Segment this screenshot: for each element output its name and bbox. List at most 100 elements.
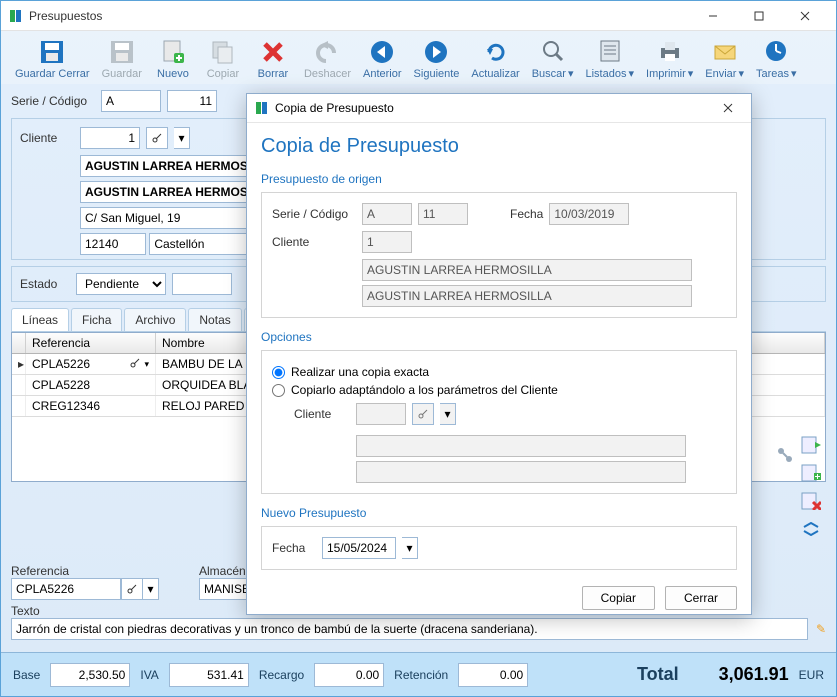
grid-insert-icon[interactable] (800, 462, 822, 484)
radio-adaptado[interactable]: Copiarlo adaptándolo a los parámetros de… (272, 383, 726, 397)
copy-button[interactable]: Copiar (198, 35, 248, 82)
tab-lineas[interactable]: Líneas (11, 308, 69, 331)
prev-button[interactable]: Anterior (357, 35, 408, 82)
cliente-num-input[interactable] (80, 127, 140, 149)
modal-title: Copia de Presupuesto (275, 101, 713, 115)
grid-action-icons-2 (774, 444, 796, 466)
grid-link-icon[interactable] (774, 444, 796, 466)
cliente-lookup-button[interactable] (146, 127, 168, 149)
origen-box: Serie / Código Fecha Cliente (261, 192, 737, 318)
cell-ref: CPLA5228 (26, 375, 156, 395)
radio-copia-exacta[interactable]: Realizar una copia exacta (272, 365, 726, 379)
print-button[interactable]: Imprimir▾ (640, 35, 699, 82)
delete-x-icon (259, 38, 287, 66)
base-value[interactable] (50, 663, 130, 687)
section-opciones: Opciones (261, 330, 737, 344)
copy-icon (209, 38, 237, 66)
estado-label: Estado (20, 277, 70, 291)
m-serie-label: Serie / Código (272, 207, 356, 221)
close-button[interactable] (782, 2, 828, 30)
printer-icon (656, 37, 684, 65)
arrow-right-icon (422, 38, 450, 66)
m-cliente-num (362, 231, 412, 253)
undo-button[interactable]: Deshacer (298, 35, 357, 82)
iva-label: IVA (140, 668, 158, 682)
serie-input[interactable] (101, 90, 161, 112)
recargo-value[interactable] (314, 663, 384, 687)
delete-button[interactable]: Borrar (248, 35, 298, 82)
maximize-button[interactable] (736, 2, 782, 30)
m-fecha-label: Fecha (510, 207, 543, 221)
app-icon (255, 101, 269, 115)
grid-action-icons (800, 434, 822, 540)
m-subcliente-dd[interactable]: ▾ (440, 403, 456, 425)
m-cliente-nom1 (362, 259, 692, 281)
grid-remove-icon[interactable] (800, 490, 822, 512)
search-button[interactable]: Buscar▾ (526, 35, 580, 82)
section-origen: Presupuesto de origen (261, 172, 737, 186)
m-subcliente-lookup[interactable] (412, 403, 434, 425)
toolbar: Guardar Cerrar Guardar Nuevo Copiar Borr… (1, 31, 836, 84)
chevron-down-icon[interactable]: ▾ (144, 359, 149, 370)
codigo-input[interactable] (167, 90, 217, 112)
modal-copiar-button[interactable]: Copiar (582, 586, 655, 610)
cliente-direccion[interactable] (80, 207, 270, 229)
floppy-close-icon (38, 38, 66, 66)
m-subcliente-num (356, 403, 406, 425)
tasks-icon (762, 37, 790, 65)
ref-input[interactable] (11, 578, 121, 600)
retencion-value[interactable] (458, 663, 528, 687)
next-button[interactable]: Siguiente (408, 35, 466, 82)
new-button[interactable]: Nuevo (148, 35, 198, 82)
tasks-button[interactable]: Tareas▾ (750, 35, 803, 82)
m-subcliente-nom2 (356, 461, 686, 483)
grid-expand-icon[interactable] (800, 518, 822, 540)
grid-add-icon[interactable] (800, 434, 822, 456)
refresh-icon (482, 38, 510, 66)
save-close-button[interactable]: Guardar Cerrar (9, 35, 96, 82)
total-label: Total (637, 664, 679, 685)
modal-titlebar: Copia de Presupuesto (247, 94, 751, 123)
ref-lookup-button[interactable] (121, 578, 143, 600)
estado-select[interactable]: Pendiente (76, 273, 166, 295)
edit-pencil-icon[interactable]: ✎ (816, 622, 826, 636)
tab-notas[interactable]: Notas (188, 308, 241, 331)
total-value: 3,061.91 (689, 664, 789, 685)
tab-archivo[interactable]: Archivo (124, 308, 186, 331)
m-subcliente-label: Cliente (294, 407, 350, 421)
opciones-box: Realizar una copia exacta Copiarlo adapt… (261, 350, 737, 494)
m-nfecha-input[interactable] (322, 537, 396, 559)
modal-cerrar-button[interactable]: Cerrar (665, 586, 737, 610)
iva-value[interactable] (169, 663, 249, 687)
m-cliente-label: Cliente (272, 235, 356, 249)
base-label: Base (13, 668, 40, 682)
ref-dropdown[interactable]: ▾ (143, 578, 159, 600)
ref-label: Referencia (11, 564, 159, 578)
copy-budget-dialog: Copia de Presupuesto Copia de Presupuest… (246, 93, 752, 615)
cliente-nombre2[interactable] (80, 181, 270, 203)
texto-input[interactable] (11, 618, 808, 640)
col-referencia[interactable]: Referencia (26, 333, 156, 353)
cliente-nombre1[interactable] (80, 155, 270, 177)
tab-ficha[interactable]: Ficha (71, 308, 122, 331)
save-button[interactable]: Guardar (96, 35, 148, 82)
m-codigo (418, 203, 468, 225)
key-icon[interactable] (130, 357, 140, 371)
send-button[interactable]: Enviar▾ (699, 35, 750, 82)
m-fecha (549, 203, 629, 225)
m-nfecha-picker[interactable]: ▾ (402, 537, 418, 559)
window-title: Presupuestos (29, 9, 690, 23)
currency-label: EUR (799, 668, 824, 682)
estado-extra-input[interactable] (172, 273, 232, 295)
minimize-button[interactable] (690, 2, 736, 30)
cliente-cp[interactable] (80, 233, 146, 255)
reports-icon (596, 37, 624, 65)
titlebar: Presupuestos (1, 1, 836, 31)
refresh-button[interactable]: Actualizar (465, 35, 525, 82)
modal-close-button[interactable] (713, 94, 743, 122)
reports-button[interactable]: Listados▾ (580, 35, 641, 82)
chevron-down-icon: ▾ (568, 68, 574, 80)
cell-ref: CREG12346 (26, 396, 156, 416)
cliente-dropdown[interactable]: ▾ (174, 127, 190, 149)
totals-bar: Base IVA Recargo Retención Total 3,061.9… (1, 652, 836, 696)
